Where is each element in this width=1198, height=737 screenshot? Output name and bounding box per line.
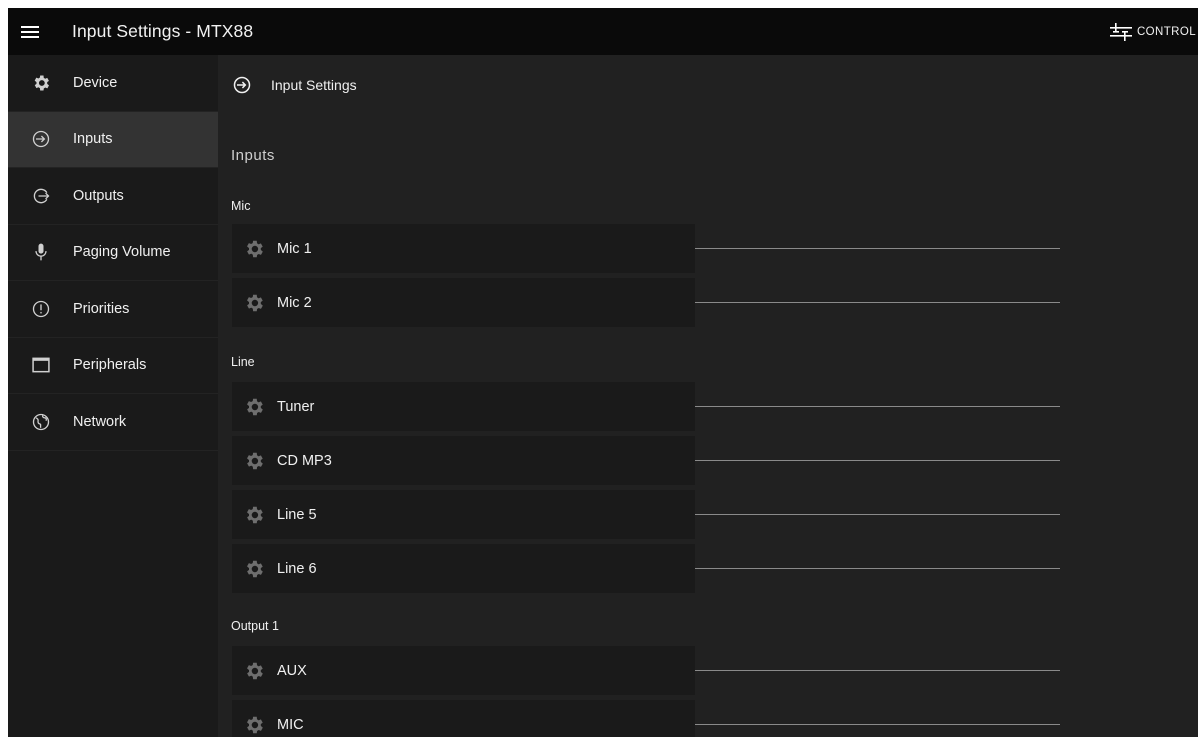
level-slider-track[interactable] <box>695 302 1060 303</box>
input-row-mic-2[interactable]: Mic 2 <box>232 278 695 327</box>
sidebar-item-priorities[interactable]: Priorities <box>8 281 218 338</box>
input-label: MIC <box>277 716 304 733</box>
page-header: Input Settings <box>232 75 357 95</box>
gear-icon <box>31 73 51 93</box>
window-icon <box>31 355 51 375</box>
input-row-line-5[interactable]: Line 5 <box>232 490 695 539</box>
input-row-cd-mp3[interactable]: CD MP3 <box>232 436 695 485</box>
sidebar-item-inputs[interactable]: Inputs <box>8 111 218 168</box>
level-slider-track[interactable] <box>695 248 1060 249</box>
gear-icon <box>247 662 263 679</box>
sidebar: Device Inputs Outputs Paging Volume Prio… <box>8 55 218 737</box>
priority-alert-icon <box>31 299 51 319</box>
sidebar-item-paging-volume[interactable]: Paging Volume <box>8 225 218 281</box>
gear-icon <box>247 452 263 469</box>
level-slider-track[interactable] <box>695 460 1060 461</box>
gear-icon <box>247 506 263 523</box>
sidebar-item-label: Outputs <box>73 187 124 204</box>
level-slider-track[interactable] <box>695 568 1060 569</box>
group-label-mic: Mic <box>231 199 251 213</box>
gear-icon <box>247 240 263 257</box>
menu-button[interactable] <box>8 8 52 55</box>
section-title: Inputs <box>231 147 275 164</box>
input-label: AUX <box>277 662 307 679</box>
control-button[interactable]: CONTROL <box>1109 8 1198 55</box>
gear-icon <box>247 294 263 311</box>
input-row-aux[interactable]: AUX <box>232 646 695 695</box>
sidebar-item-label: Paging Volume <box>73 244 171 261</box>
sidebar-item-outputs[interactable]: Outputs <box>8 168 218 225</box>
app-title: Input Settings - MTX88 <box>72 21 254 41</box>
input-label: Tuner <box>277 398 315 415</box>
group-label-output-1: Output 1 <box>231 619 279 633</box>
input-label: Line 5 <box>277 506 317 523</box>
control-label: CONTROL <box>1136 25 1196 38</box>
group-label-line: Line <box>231 355 255 369</box>
sidebar-item-peripherals[interactable]: Peripherals <box>8 338 218 394</box>
input-row-mic-1[interactable]: Mic 1 <box>232 224 695 273</box>
microphone-icon <box>31 242 51 262</box>
hamburger-icon <box>21 25 39 38</box>
input-label: CD MP3 <box>277 452 332 469</box>
page-title: Input Settings <box>271 77 357 93</box>
sidebar-item-label: Priorities <box>73 300 130 317</box>
sidebar-item-device[interactable]: Device <box>8 55 218 112</box>
input-label: Mic 2 <box>277 294 312 311</box>
sidebar-item-label: Network <box>73 413 127 430</box>
gear-icon <box>247 716 263 733</box>
gear-icon <box>247 560 263 577</box>
sidebar-item-label: Peripherals <box>73 357 147 374</box>
level-slider-track[interactable] <box>695 406 1060 407</box>
input-row-mic[interactable]: MIC <box>232 700 695 737</box>
level-slider-track[interactable] <box>695 514 1060 515</box>
gear-icon <box>247 398 263 415</box>
input-row-line-6[interactable]: Line 6 <box>232 544 695 593</box>
top-bar: Input Settings - MTX88 CONTROL <box>8 8 1198 55</box>
output-icon <box>31 186 51 206</box>
input-icon <box>233 76 251 94</box>
level-slider-track[interactable] <box>695 670 1060 671</box>
sliders-icon <box>1109 22 1132 41</box>
main-content: Input Settings Inputs Mic Mic 1 Mic 2 Li… <box>218 55 1198 737</box>
level-slider-track[interactable] <box>695 724 1060 725</box>
input-icon <box>31 129 51 149</box>
sidebar-item-label: Inputs <box>73 131 113 148</box>
sidebar-item-label: Device <box>73 74 118 91</box>
globe-icon <box>31 412 51 432</box>
input-row-tuner[interactable]: Tuner <box>232 382 695 431</box>
app-window: Input Settings - MTX88 CONTROL Device In… <box>8 8 1198 737</box>
input-label: Line 6 <box>277 560 317 577</box>
sidebar-item-network[interactable]: Network <box>8 394 218 451</box>
input-label: Mic 1 <box>277 240 312 257</box>
